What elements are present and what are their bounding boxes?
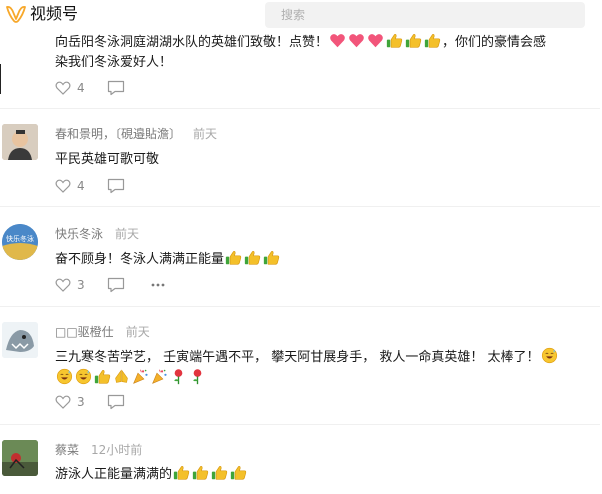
timestamp: 12小时前: [91, 443, 143, 457]
thumbs-up-icon: [225, 249, 242, 266]
heart-icon[interactable]: [55, 394, 71, 410]
author-name[interactable]: 春和景明，〔硯邉貼澹〕 前天: [55, 126, 217, 142]
thumbs-up-icon: [263, 249, 280, 266]
comment-text: 向岳阳冬泳洞庭湖湖水队的英雄们致敬！点赞！ ，你们的豪情会感 染我们冬泳爱好人！: [55, 32, 585, 73]
comment-icon[interactable]: [107, 277, 125, 293]
search-input[interactable]: 搜索: [265, 2, 585, 28]
pray-icon: [113, 368, 130, 385]
divider: [0, 206, 600, 207]
app-title: 视频号: [30, 4, 79, 23]
divider: [0, 424, 600, 425]
heart-icon[interactable]: [55, 178, 71, 194]
avatar[interactable]: [2, 124, 38, 160]
top-bar: 视频号 搜索: [0, 0, 602, 30]
rose-icon: [170, 368, 187, 385]
timestamp: 前天: [125, 325, 150, 339]
thumbs-up-icon: [405, 32, 422, 49]
thumbs-up-icon: [173, 464, 190, 481]
more-icon[interactable]: [150, 277, 166, 293]
thumbs-up-icon: [192, 464, 209, 481]
heart-icon: [367, 32, 384, 49]
heart-icon[interactable]: [55, 80, 71, 96]
thumbs-up-icon: [424, 32, 441, 49]
thumbs-up-icon: [94, 368, 111, 385]
thumbs-up-icon: [211, 464, 228, 481]
comment-text: 奋不顾身！冬泳人满满正能量: [55, 249, 585, 270]
thumbs-up-icon: [230, 464, 247, 481]
grin-sweat-icon: [541, 347, 558, 364]
thumbs-up-icon: [386, 32, 403, 49]
heart-icon: [348, 32, 365, 49]
like-count: 4: [77, 81, 85, 95]
heart-icon: [329, 32, 346, 49]
comment-text: 平民英雄可歌可敬: [55, 152, 160, 167]
search-placeholder: 搜索: [281, 8, 306, 22]
timestamp: 前天: [115, 227, 140, 241]
comment-text: 三九寒冬苦学艺， 壬寅端午遇不平， 攀天阿甘展身手， 救人一命真英雄！ 太棒了！: [55, 347, 585, 389]
rose-icon: [189, 368, 206, 385]
party-popper-icon: [132, 368, 149, 385]
grin-sweat-icon: [75, 368, 92, 385]
logo-icon: [6, 5, 26, 23]
avatar[interactable]: [2, 440, 38, 476]
grin-sweat-icon: [56, 368, 73, 385]
svg-text:快乐冬泳: 快乐冬泳: [6, 234, 34, 243]
author-name[interactable]: □□驱橙仕 前天: [55, 324, 150, 340]
comment-icon[interactable]: [107, 80, 125, 96]
author-name[interactable]: 快乐冬泳 前天: [55, 226, 139, 242]
like-count: 3: [77, 278, 85, 292]
divider: [0, 64, 1, 94]
heart-icon[interactable]: [55, 277, 71, 293]
comment-text: 游泳人正能量满满的: [55, 464, 585, 485]
thumbs-up-icon: [244, 249, 261, 266]
comment-icon[interactable]: [107, 394, 125, 410]
comment-icon[interactable]: [107, 178, 125, 194]
party-popper-icon: [151, 368, 168, 385]
like-count: 4: [77, 179, 85, 193]
timestamp: 前天: [193, 127, 218, 141]
avatar[interactable]: [2, 322, 38, 358]
avatar[interactable]: 快乐冬泳: [2, 224, 38, 260]
divider: [0, 108, 600, 109]
like-count: 3: [77, 395, 85, 409]
author-name[interactable]: 蔡菜 12小时前: [55, 442, 142, 458]
divider: [0, 306, 600, 307]
